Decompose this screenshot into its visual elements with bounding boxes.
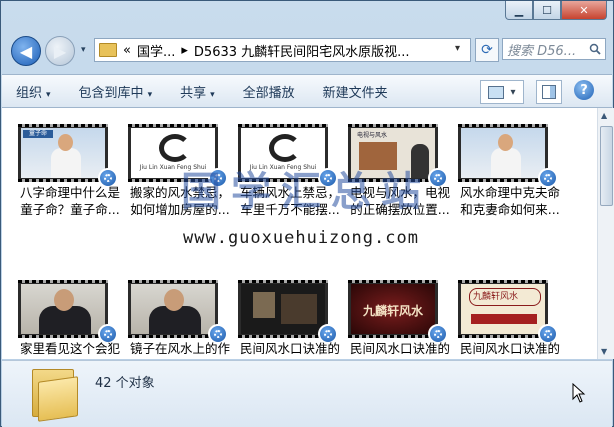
thumbnail-frame — [241, 284, 325, 334]
thumbnail-banner: 童子命 — [23, 130, 53, 138]
thumbnail-frame — [131, 284, 215, 334]
video-thumbnail[interactable] — [18, 280, 108, 338]
watermark-text: 国学汇总站 — [181, 168, 431, 215]
video-thumbnail[interactable] — [128, 280, 218, 338]
file-name-line: 民间风水口诀准的 — [239, 341, 340, 356]
breadcrumb-0[interactable]: 国学... — [137, 41, 175, 60]
file-name[interactable]: 民间风水口诀准的 — [232, 340, 348, 357]
folder-icon — [99, 43, 117, 57]
chevron-down-icon: ▾ — [46, 89, 51, 100]
breadcrumb-separator[interactable]: ▸ — [181, 43, 188, 58]
file-name-line: 镜子在风水上的作 — [129, 341, 230, 356]
include-in-library-label: 包含到库中 — [78, 85, 144, 101]
file-name-line: 风水命理中克夫命 — [459, 185, 560, 200]
video-thumbnail[interactable] — [238, 280, 328, 338]
share-button[interactable]: 共享 ▾ — [180, 82, 215, 101]
navigation-bar: ◀ ▶ ▾ « 国学... ▸ D5633 九麟轩民间阳宅风水原版视... ▾ … — [1, 31, 613, 69]
organize-button[interactable]: 组织 ▾ — [16, 82, 51, 101]
details-pane: 42 个对象 — [2, 360, 612, 427]
recent-pages-dropdown[interactable]: ▾ — [81, 45, 86, 55]
chevron-down-icon: ▾ — [147, 89, 153, 100]
file-name-line: 家里看见这个会犯 — [19, 341, 120, 356]
folder-icon — [32, 369, 78, 422]
file-name-line: 八字命理中什么是 — [19, 185, 120, 200]
file-name[interactable]: 八字命理中什么是 童子命？童子命... — [12, 184, 128, 218]
vertical-scrollbar[interactable]: ▲ ▼ — [597, 108, 614, 359]
file-name[interactable]: 镜子在风水上的作 — [122, 340, 238, 357]
file-name-line: 民间风水口诀准的 — [349, 341, 450, 356]
change-view-button[interactable]: ▾ — [480, 80, 524, 104]
breadcrumb-1[interactable]: D5633 九麟轩民间阳宅风水原版视... — [194, 41, 410, 60]
thumbnail-frame: 童子命 — [21, 128, 105, 178]
slide-title: 九麟轩风水 — [362, 304, 423, 318]
chevron-down-icon: ▾ — [210, 89, 215, 100]
video-thumbnail[interactable]: 童子命 — [18, 124, 108, 182]
slide-title: 电视与风水 — [357, 132, 388, 139]
file-name-line: 童子命？童子命... — [20, 202, 120, 217]
command-bar: 组织 ▾ 包含到库中 ▾ 共享 ▾ 全部播放 新建文件夹 ▾ ? — [2, 74, 612, 108]
address-prefix[interactable]: « — [123, 43, 131, 58]
file-name[interactable]: 家里看见这个会犯 — [12, 340, 128, 357]
help-button[interactable]: ? — [574, 80, 594, 100]
mouse-cursor-icon — [572, 383, 586, 403]
play-all-label: 全部播放 — [242, 85, 295, 101]
file-name-line: 民间风水口诀准的 — [459, 341, 560, 356]
share-label: 共享 — [180, 85, 207, 101]
maximize-button[interactable]: ☐ — [533, 1, 561, 20]
thumbnail-frame: 九麟轩风水 — [461, 284, 545, 334]
file-name-line: 和克妻命如何来... — [460, 202, 560, 217]
file-name[interactable]: 民间风水口诀准的 — [452, 340, 568, 357]
close-button[interactable]: ✕ — [561, 1, 607, 20]
explorer-window: ▁ ☐ ✕ ◀ ▶ ▾ « 国学... ▸ D5633 九麟轩民间阳宅风水原版视… — [0, 0, 614, 427]
view-icon — [488, 85, 505, 99]
video-thumbnail[interactable]: 九麟轩风水 — [348, 280, 438, 338]
new-folder-label: 新建文件夹 — [322, 85, 388, 101]
file-name[interactable]: 风水命理中克夫命 和克妻命如何来... — [452, 184, 568, 218]
new-folder-button[interactable]: 新建文件夹 — [323, 82, 388, 101]
preview-pane-button[interactable] — [536, 80, 562, 104]
search-input[interactable]: 搜索 D56... — [502, 38, 606, 60]
search-placeholder: 搜索 D56... — [507, 43, 577, 59]
file-name[interactable]: 民间风水口诀准的 — [342, 340, 458, 357]
thumbnail-frame — [21, 284, 105, 334]
address-dropdown-icon[interactable]: ▾ — [455, 43, 460, 54]
minimize-button[interactable]: ▁ — [505, 1, 533, 20]
watermark-url: www.guoxuehuizong.com — [183, 228, 419, 248]
scroll-up-icon[interactable]: ▲ — [601, 111, 607, 120]
slide-title: 九麟轩风水 — [473, 292, 519, 302]
back-button[interactable]: ◀ — [11, 36, 41, 66]
play-all-button[interactable]: 全部播放 — [243, 82, 295, 101]
object-count: 42 个对象 — [95, 376, 155, 391]
thumbnail-frame — [461, 128, 545, 178]
scrollbar-thumb[interactable] — [600, 126, 613, 206]
refresh-button[interactable]: ⟳ — [475, 38, 499, 62]
scroll-down-icon[interactable]: ▼ — [601, 347, 607, 356]
video-thumbnail[interactable]: 九麟轩风水 — [458, 280, 548, 338]
include-in-library-button[interactable]: 包含到库中 ▾ — [79, 82, 153, 101]
thumbnail-frame: 九麟轩风水 — [351, 284, 435, 334]
forward-button[interactable]: ▶ — [45, 36, 75, 66]
caption-buttons: ▁ ☐ ✕ — [505, 1, 607, 20]
search-icon[interactable] — [589, 43, 601, 55]
video-thumbnail[interactable] — [458, 124, 548, 182]
chevron-down-icon: ▾ — [510, 86, 516, 98]
address-bar[interactable]: « 国学... ▸ D5633 九麟轩民间阳宅风水原版视... ▾ — [94, 38, 471, 62]
organize-label: 组织 — [16, 85, 43, 101]
